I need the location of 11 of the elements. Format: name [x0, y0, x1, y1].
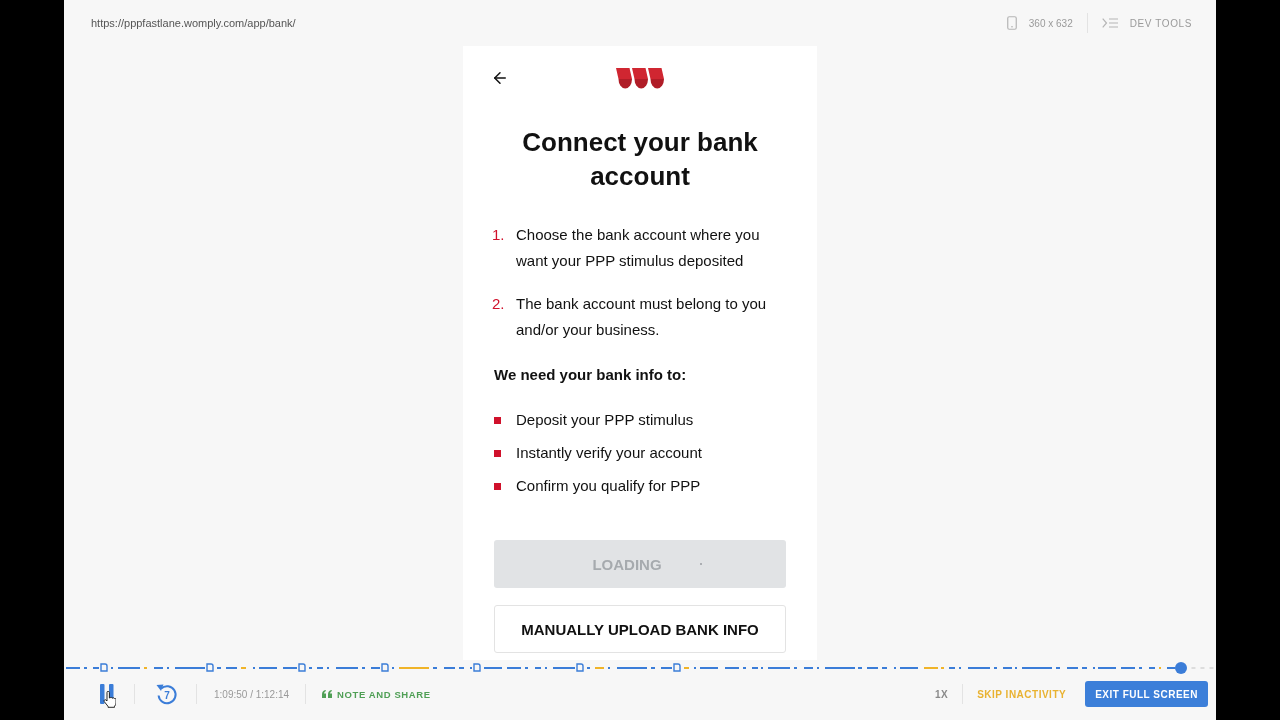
step-number: 1.	[492, 225, 506, 245]
step-text: The bank account must belong to you and/or your business.	[516, 294, 768, 340]
section-heading: We need your bank info to:	[494, 365, 688, 385]
reason-text: Confirm you qualify for PPP	[516, 476, 702, 496]
url-text: https://pppfastlane.womply.com/app/bank/	[91, 17, 297, 29]
playback-time: 1:09:50 / 1:12:14	[214, 688, 290, 700]
page-title: Connect your bank account	[521, 126, 759, 193]
reason-text: Instantly verify your account	[516, 443, 703, 463]
reason-text: Deposit your PPP stimulus	[516, 410, 695, 430]
step-number: 2.	[492, 294, 506, 314]
step-text: Choose the bank account where you want your PPP stimulus deposited	[516, 225, 761, 271]
